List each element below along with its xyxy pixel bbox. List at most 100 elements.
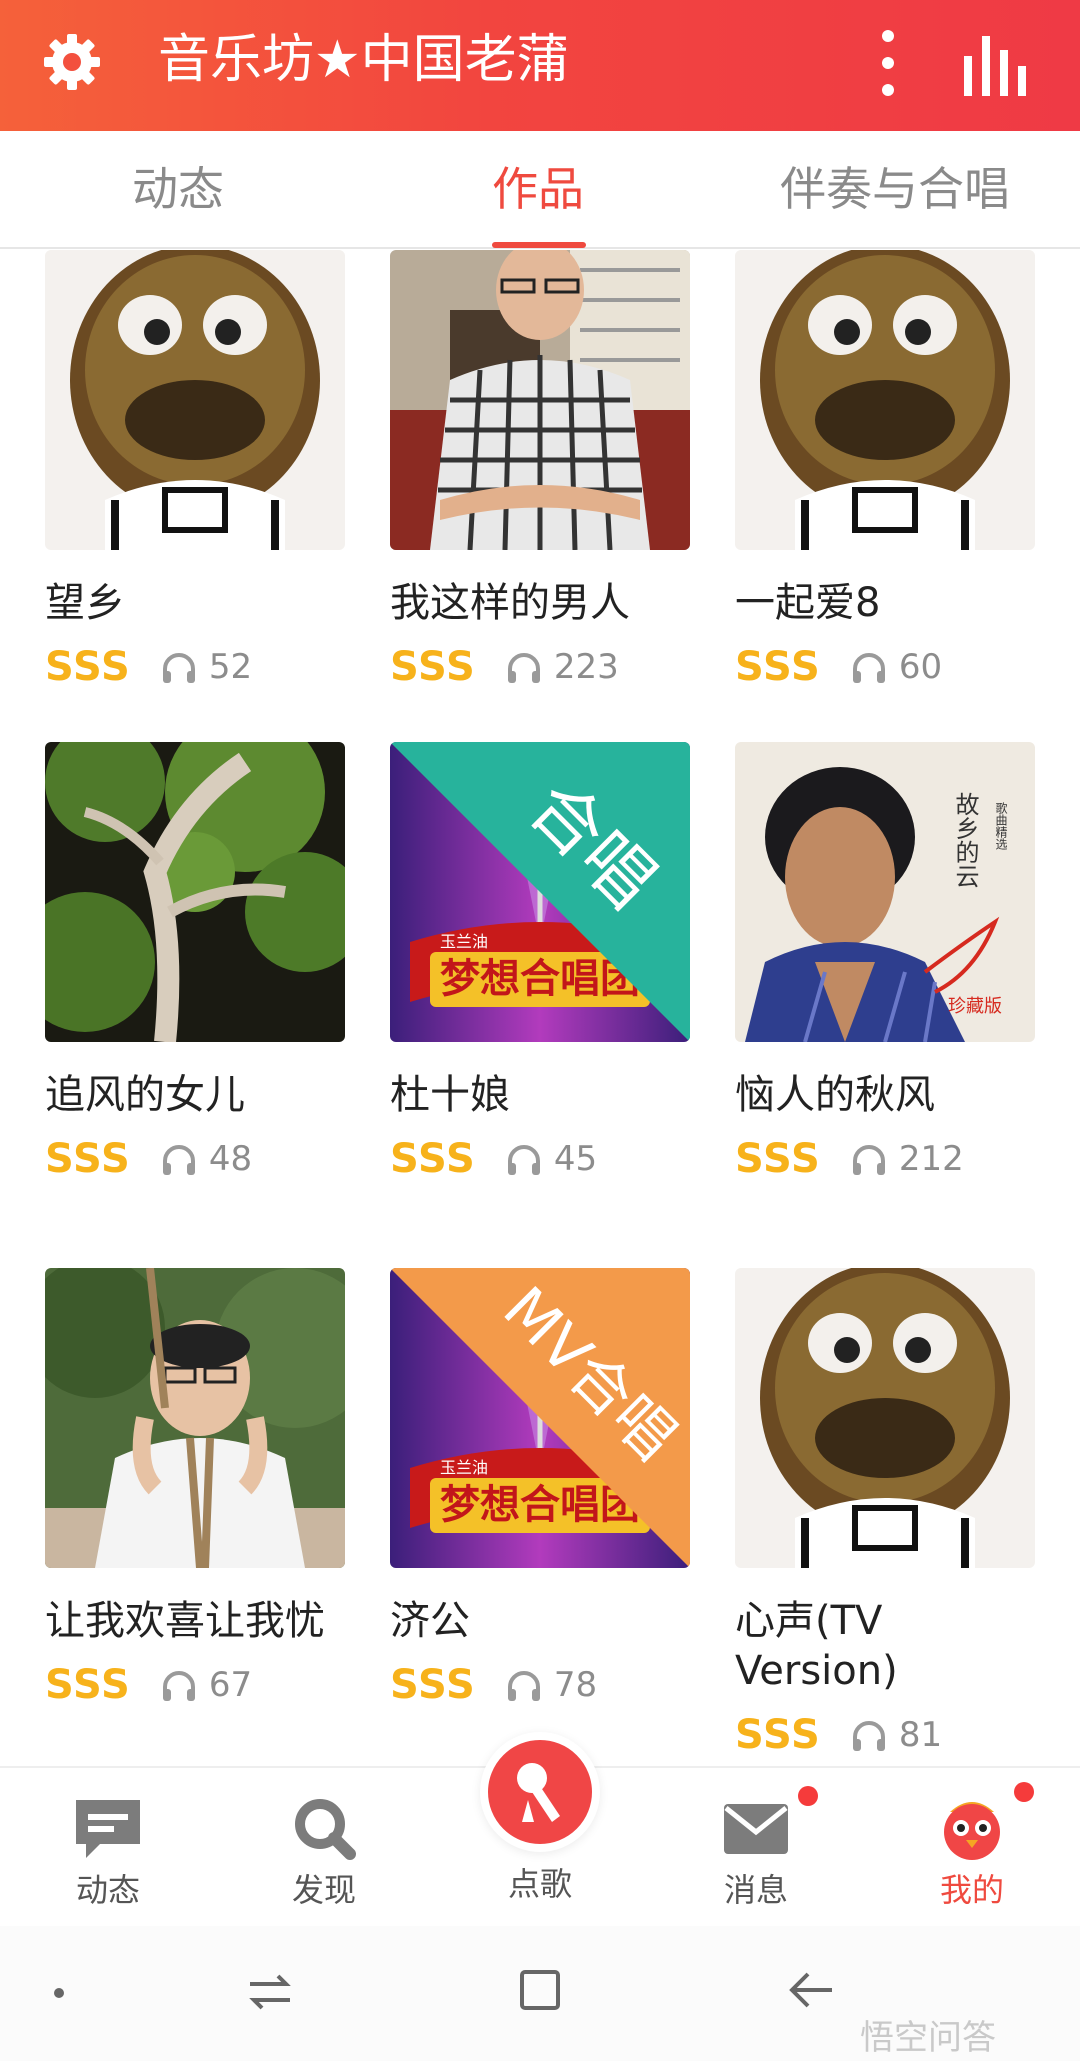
messages-notification-dot [798, 1786, 818, 1806]
work-meta: SSS 81 [735, 1710, 1035, 1760]
back-arrow-icon[interactable] [786, 1968, 836, 2012]
works-grid: 望乡 SSS 52 我这样的男人 SSS 223 一起爱8 SSS 60 追风的… [0, 250, 1080, 1766]
headphones-icon [852, 1721, 885, 1751]
work-card[interactable]: 追风的女儿 SSS 48 [45, 742, 345, 1184]
request-song-label: 点歌 [507, 1865, 572, 1903]
work-meta: SSS 67 [45, 1660, 345, 1710]
headphones-icon [162, 653, 195, 683]
more-vertical-icon[interactable] [870, 18, 906, 108]
rating-badge: SSS [45, 1136, 131, 1182]
tab-bar: 动态 作品 伴奏与合唱 [0, 131, 1080, 249]
nav-messages[interactable]: 消息 [686, 1794, 826, 1908]
nav-discover-label: 发现 [291, 1871, 356, 1909]
play-count: 60 [898, 647, 943, 687]
work-thumbnail[interactable] [45, 250, 345, 550]
nav-feed[interactable]: 动态 [38, 1794, 178, 1908]
work-title: 我这样的男人 [390, 580, 630, 626]
work-card[interactable]: 一起爱8 SSS 60 [735, 250, 1035, 692]
active-tab-indicator [492, 242, 586, 248]
microphone-icon [517, 1763, 560, 1822]
work-meta: SSS 60 [735, 642, 1035, 692]
play-count: 45 [553, 1139, 598, 1179]
work-thumbnail[interactable]: 故乡的云 歌曲精选 珍藏版 [735, 742, 1035, 1042]
album-cover-subtitle: 歌曲精选 [994, 801, 1008, 851]
work-title: 追风的女儿 [45, 1072, 245, 1118]
play-count: 223 [553, 647, 619, 687]
rating-badge: SSS [390, 1136, 476, 1182]
work-thumbnail[interactable] [735, 1268, 1035, 1568]
play-count: 48 [208, 1139, 253, 1179]
work-title: 望乡 [45, 580, 125, 626]
tab-feed[interactable]: 动态 [132, 159, 224, 219]
search-icon [295, 1799, 356, 1860]
work-thumbnail[interactable] [735, 250, 1035, 550]
work-title: 心声(TV Version) [735, 1598, 898, 1694]
headphones-icon [507, 1671, 540, 1701]
request-song-button[interactable] [480, 1732, 600, 1852]
nav-discover[interactable]: 发现 [254, 1794, 394, 1908]
work-title: 让我欢喜让我忧 [45, 1598, 325, 1644]
rating-badge: SSS [735, 1136, 821, 1182]
work-thumbnail[interactable] [45, 1268, 345, 1568]
work-card[interactable]: 梦想合唱团 玉兰油 合唱 杜十娘 SSS 45 [390, 742, 690, 1184]
play-count: 78 [553, 1665, 598, 1705]
rating-badge: SSS [390, 644, 476, 690]
equalizer-icon[interactable] [962, 30, 1034, 100]
work-card[interactable]: 故乡的云 歌曲精选 珍藏版 恼人的秋风 SSS 212 [735, 742, 1035, 1184]
mail-icon [724, 1804, 788, 1854]
play-count: 212 [898, 1139, 964, 1179]
work-title: 杜十娘 [390, 1072, 510, 1118]
nav-messages-label: 消息 [723, 1871, 788, 1909]
work-meta: SSS 52 [45, 642, 345, 692]
rating-badge: SSS [735, 644, 821, 690]
avatar-icon [944, 1802, 1000, 1860]
work-card[interactable]: 望乡 SSS 52 [45, 250, 345, 692]
switch-apps-icon[interactable] [246, 1970, 294, 2014]
chat-icon [76, 1800, 140, 1858]
tab-accompaniment-chorus[interactable]: 伴奏与合唱 [780, 159, 1010, 219]
headphones-icon [162, 1671, 195, 1701]
work-meta: SSS 48 [45, 1134, 345, 1184]
header-bar: 音乐坊★中国老蒲 [0, 0, 1080, 131]
work-meta: SSS 78 [390, 1660, 690, 1710]
rating-badge: SSS [45, 1662, 131, 1708]
work-title: 一起爱8 [735, 580, 881, 626]
album-cover-title: 故乡的云 [951, 792, 979, 888]
nav-feed-label: 动态 [75, 1871, 140, 1909]
nav-me[interactable]: 我的 [902, 1794, 1042, 1908]
work-meta: SSS 223 [390, 642, 690, 692]
app-root: 音乐坊★中国老蒲 动态 作品 伴奏与合唱 望乡 SSS 52 我这样的男人 SS… [0, 0, 1080, 2061]
dot-icon[interactable] [52, 1986, 66, 2000]
work-card[interactable]: 让我欢喜让我忧 SSS 67 [45, 1268, 345, 1710]
rating-badge: SSS [735, 1712, 821, 1758]
work-card[interactable]: 梦想合唱团 玉兰油 MV合唱 济公 SSS 78 [390, 1268, 690, 1710]
album-cover-edition: 珍藏版 [948, 996, 1002, 1017]
work-meta: SSS 212 [735, 1134, 1035, 1184]
rating-badge: SSS [45, 644, 131, 690]
play-count: 67 [208, 1665, 253, 1705]
me-notification-dot [1014, 1782, 1034, 1802]
page-title: 音乐坊★中国老蒲 [158, 30, 569, 90]
headphones-icon [852, 1145, 885, 1175]
work-thumbnail[interactable]: 梦想合唱团 玉兰油 合唱 [390, 742, 690, 1042]
settings-gear-icon[interactable] [40, 30, 104, 94]
watermark-text: 悟空问答 [860, 2018, 996, 2058]
work-meta: SSS 45 [390, 1134, 690, 1184]
play-count: 52 [208, 647, 253, 687]
work-thumbnail[interactable]: 梦想合唱团 玉兰油 MV合唱 [390, 1268, 690, 1568]
headphones-icon [507, 1145, 540, 1175]
home-square-icon[interactable] [518, 1968, 562, 2012]
mv-chorus-badge: MV合唱 [390, 1268, 690, 1568]
tab-works[interactable]: 作品 [492, 159, 584, 219]
play-count: 81 [898, 1715, 943, 1755]
work-thumbnail[interactable] [45, 742, 345, 1042]
work-thumbnail[interactable] [390, 250, 690, 550]
work-title: 恼人的秋风 [735, 1072, 935, 1118]
nav-me-label: 我的 [939, 1871, 1004, 1909]
headphones-icon [507, 653, 540, 683]
work-title: 济公 [390, 1598, 470, 1644]
chorus-badge: 合唱 [390, 742, 690, 1042]
work-card[interactable]: 我这样的男人 SSS 223 [390, 250, 690, 692]
work-card[interactable]: 心声(TV Version) SSS 81 [735, 1268, 1035, 1760]
headphones-icon [162, 1145, 195, 1175]
